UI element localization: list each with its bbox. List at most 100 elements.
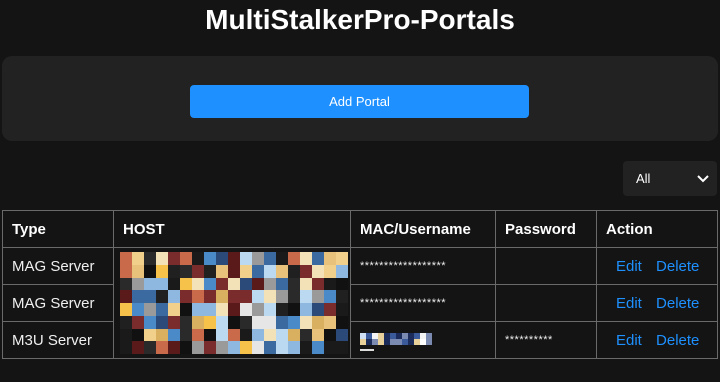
table-header-row: Type HOST MAC/Username Password Action [2, 210, 718, 248]
mosaic-pixel [336, 252, 348, 265]
mosaic-pixel [324, 303, 336, 316]
mosaic-pixel [336, 328, 348, 342]
mosaic-pixel [336, 341, 348, 354]
mosaic-pixel [216, 277, 228, 291]
mosaic-pixel [144, 328, 156, 342]
mosaic-pixel [324, 277, 336, 291]
delete-link[interactable]: Delete [656, 295, 699, 312]
mosaic-pixel [252, 328, 264, 342]
portal-type-filter[interactable]: All [623, 161, 717, 196]
mosaic-pixel [324, 290, 336, 303]
edit-link[interactable]: Edit [616, 258, 642, 275]
mosaic-pixel [426, 339, 432, 345]
header-host: HOST [113, 210, 351, 248]
mosaic-pixel [252, 303, 264, 316]
mosaic-pixel [300, 328, 312, 342]
mosaic-pixel [204, 328, 216, 342]
cell-action: Edit Delete [596, 321, 718, 359]
mosaic-pixel [156, 264, 168, 278]
mosaic-pixel [240, 252, 252, 265]
mosaic-pixel [336, 290, 348, 303]
mosaic-pixel [204, 290, 216, 303]
mosaic-pixel [288, 315, 300, 329]
mosaic-pixel [288, 290, 300, 303]
mosaic-pixel [324, 252, 336, 265]
cell-type: M3U Server [2, 321, 114, 359]
mosaic-pixel [312, 303, 324, 316]
delete-link[interactable]: Delete [656, 258, 699, 275]
mosaic-pixel [276, 277, 288, 291]
add-portal-button[interactable]: Add Portal [190, 85, 529, 118]
table-row: MAG Server ****************** Edit Delet… [2, 247, 718, 359]
mosaic-pixel [240, 277, 252, 291]
mosaic-pixel [276, 328, 288, 342]
mosaic-pixel [312, 328, 324, 342]
cell-mac: ****************** [350, 284, 496, 322]
mosaic-pixel [168, 252, 180, 265]
mosaic-pixel [276, 252, 288, 265]
cell-password: ********** [495, 321, 597, 359]
mosaic-pixel [168, 341, 180, 354]
mac-redaction-mosaic [360, 333, 432, 345]
mosaic-pixel [240, 290, 252, 303]
table-row: MAG Server ****************** Edit Delet… [2, 284, 718, 322]
mosaic-pixel [324, 328, 336, 342]
mosaic-pixel [216, 303, 228, 316]
mosaic-pixel [192, 277, 204, 291]
mosaic-pixel [180, 315, 192, 329]
mosaic-pixel [252, 290, 264, 303]
mosaic-pixel [216, 252, 228, 265]
mosaic-pixel [252, 341, 264, 354]
mosaic-pixel [132, 315, 144, 329]
mosaic-pixel [228, 303, 240, 316]
mosaic-pixel [264, 252, 276, 265]
edit-link[interactable]: Edit [616, 295, 642, 312]
mosaic-pixel [216, 341, 228, 354]
mosaic-pixel [168, 277, 180, 291]
mosaic-pixel [120, 303, 132, 316]
mosaic-pixel [240, 315, 252, 329]
cell-password [495, 247, 597, 285]
mosaic-pixel [264, 315, 276, 329]
mosaic-pixel [168, 290, 180, 303]
mosaic-pixel [228, 264, 240, 278]
mosaic-pixel [156, 341, 168, 354]
delete-link[interactable]: Delete [656, 332, 699, 349]
mosaic-pixel [336, 277, 348, 291]
mosaic-pixel [264, 341, 276, 354]
mosaic-pixel [180, 277, 192, 291]
mosaic-pixel [276, 303, 288, 316]
edit-link[interactable]: Edit [616, 332, 642, 349]
mosaic-pixel [300, 303, 312, 316]
mosaic-pixel [228, 341, 240, 354]
mosaic-pixel [192, 328, 204, 342]
mosaic-pixel [156, 315, 168, 329]
mosaic-pixel [144, 264, 156, 278]
mosaic-pixel [120, 264, 132, 278]
chevron-down-icon [697, 174, 709, 182]
mosaic-pixel [132, 290, 144, 303]
mosaic-pixel [240, 264, 252, 278]
mosaic-pixel [144, 290, 156, 303]
mosaic-pixel [156, 328, 168, 342]
mosaic-pixel [120, 277, 132, 291]
mosaic-pixel [228, 290, 240, 303]
filter-selected-value: All [636, 171, 651, 186]
mosaic-pixel [192, 264, 204, 278]
mosaic-pixel [168, 315, 180, 329]
header-action: Action [596, 210, 718, 248]
mosaic-pixel [288, 264, 300, 278]
mosaic-pixel [180, 252, 192, 265]
cell-mac: ****************** [350, 247, 496, 285]
mosaic-pixel [192, 341, 204, 354]
mosaic-pixel [144, 315, 156, 329]
mosaic-pixel [216, 315, 228, 329]
mosaic-pixel [288, 277, 300, 291]
mosaic-pixel [324, 315, 336, 329]
mosaic-pixel [120, 290, 132, 303]
mosaic-pixel [276, 264, 288, 278]
mosaic-pixel [300, 277, 312, 291]
mosaic-pixel [204, 315, 216, 329]
mosaic-pixel [132, 303, 144, 316]
mosaic-pixel [240, 341, 252, 354]
